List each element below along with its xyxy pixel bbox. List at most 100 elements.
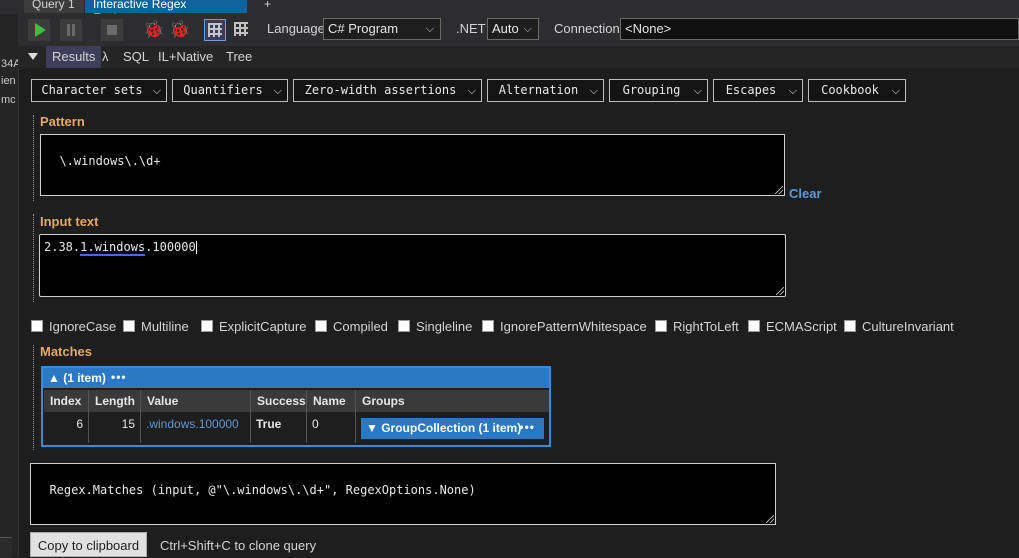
results-tab-bar: Results λ SQL IL+Native Tree — [18, 46, 1019, 68]
cookbook-dropdown[interactable]: Cookbook ⌵ — [808, 79, 906, 102]
left-side-strip: 34A ien mc — [0, 14, 21, 557]
more-options-icon[interactable]: ••• — [111, 367, 127, 387]
pattern-input-text: \.windows\.\d+ — [59, 154, 161, 168]
clear-link[interactable]: Clear — [789, 186, 822, 201]
pattern-label: Pattern — [40, 114, 85, 129]
text-caret — [195, 241, 197, 254]
checkbox-icon[interactable] — [482, 320, 494, 332]
input-text-match-highlight: 1.windows — [80, 240, 146, 256]
left-strip-text-3: mc — [1, 94, 16, 106]
alternation-label: Alternation — [498, 83, 579, 97]
checkbox-icon[interactable] — [844, 320, 856, 332]
pattern-section-border — [33, 115, 34, 201]
language-select[interactable]: C# Program ⌵ — [323, 18, 441, 40]
collapse-triangle-icon[interactable] — [28, 53, 38, 60]
matches-table-header[interactable]: ▲ (1 item) ••• — [43, 368, 549, 388]
option-singleline[interactable]: Singleline — [398, 319, 472, 335]
column-header-groups: Groups — [356, 390, 549, 412]
tab-sql[interactable]: SQL — [123, 46, 149, 68]
more-options-icon[interactable]: ••• — [519, 417, 535, 438]
input-text-label: Input text — [40, 214, 99, 229]
option-ecmascript[interactable]: ECMAScript — [748, 319, 837, 335]
left-strip-text-2: ien — [1, 75, 16, 87]
debug-step-bug-icon[interactable]: 🐞 — [169, 20, 190, 40]
option-label: Multiline — [141, 319, 189, 334]
option-label: CultureInvariant — [862, 319, 954, 334]
resize-grip-icon[interactable] — [775, 186, 783, 194]
character-sets-dropdown[interactable]: Character sets ⌵ — [31, 79, 167, 102]
cell-index: 6 — [44, 412, 89, 443]
chevron-down-icon: ⌵ — [589, 84, 598, 97]
cookbook-label: Cookbook — [821, 83, 879, 97]
chevron-down-icon: ⌵ — [425, 23, 434, 35]
copy-to-clipboard-button[interactable]: Copy to clipboard — [30, 532, 147, 557]
connection-select[interactable]: <None> — [620, 18, 1019, 40]
grid-lines-icon — [208, 23, 222, 37]
column-header-value: Value — [141, 390, 251, 412]
checkbox-icon[interactable] — [123, 320, 135, 332]
option-label: ECMAScript — [766, 319, 837, 334]
zero-width-assertions-label: Zero-width assertions — [304, 83, 457, 97]
resize-grip-icon[interactable] — [776, 287, 784, 295]
pause-button[interactable] — [60, 19, 82, 41]
resize-grip-icon[interactable] — [766, 515, 774, 523]
option-ignorepatternwhitespace[interactable]: IgnorePatternWhitespace — [482, 319, 647, 335]
option-multiline[interactable]: Multiline — [123, 319, 189, 335]
tab-query-1[interactable]: Query 1 — [24, 0, 84, 13]
matches-table: ▲ (1 item) ••• Index Length Value Succes… — [41, 366, 551, 447]
column-header-index: Index — [44, 390, 89, 412]
tab-tree[interactable]: Tree — [226, 46, 252, 68]
option-righttoleft[interactable]: RightToLeft — [655, 319, 739, 335]
toolbar: 🐞 🐞 Language C# Program ⌵ .NET Auto ⌵ Co… — [18, 14, 1019, 46]
zero-width-assertions-dropdown[interactable]: Zero-width assertions ⌵ — [293, 79, 482, 102]
input-section-border — [33, 214, 34, 302]
option-explicitcapture[interactable]: ExplicitCapture — [201, 319, 306, 335]
group-collection-label: ▼ GroupCollection (1 item) — [366, 421, 522, 435]
checkbox-icon[interactable] — [201, 320, 213, 332]
quantifiers-dropdown[interactable]: Quantifiers ⌵ — [172, 79, 288, 102]
add-tab-button[interactable]: + — [256, 0, 280, 13]
tab-results[interactable]: Results — [46, 46, 102, 68]
checkbox-icon[interactable] — [748, 320, 760, 332]
debug-bug-icon[interactable]: 🐞 — [143, 20, 164, 40]
quantifiers-label: Quantifiers — [183, 83, 263, 97]
chevron-down-icon: ⌵ — [467, 84, 476, 97]
tab-il-native[interactable]: IL+Native — [158, 46, 213, 68]
run-button[interactable] — [28, 19, 50, 41]
checkbox-icon[interactable] — [315, 320, 327, 332]
stop-button[interactable] — [101, 19, 123, 41]
language-select-value: C# Program — [328, 21, 399, 36]
connection-label: Connection — [554, 21, 620, 36]
cell-value: .windows.100000 — [141, 412, 251, 443]
chevron-down-icon: ⌵ — [693, 84, 702, 97]
column-header-name: Name — [307, 390, 356, 412]
checkbox-icon[interactable] — [31, 320, 43, 332]
clone-query-hint: Ctrl+Shift+C to clone query — [160, 538, 317, 553]
results-grid-view-button[interactable] — [204, 19, 226, 41]
option-cultureinvariant[interactable]: CultureInvariant — [844, 319, 954, 335]
dotnet-version-select[interactable]: Auto ⌵ — [487, 18, 539, 40]
cell-success: True — [251, 412, 307, 443]
checkbox-icon[interactable] — [398, 320, 410, 332]
grouping-label: Grouping — [622, 83, 681, 97]
option-label: IgnoreCase — [49, 319, 117, 334]
tab-interactive-regex-evaluator[interactable]: Interactive Regex Evaluator — [85, 0, 247, 25]
pattern-input[interactable]: \.windows\.\d+ — [40, 134, 785, 196]
grouping-dropdown[interactable]: Grouping ⌵ — [609, 79, 708, 102]
column-header-success: Success — [251, 390, 307, 412]
character-sets-label: Character sets — [41, 83, 143, 97]
option-ignorecase[interactable]: IgnoreCase — [31, 319, 116, 335]
bottom-left-corner — [0, 537, 12, 558]
matches-count: ▲ (1 item) — [48, 371, 106, 385]
option-compiled[interactable]: Compiled — [315, 319, 388, 335]
group-collection-expander[interactable]: ▼ GroupCollection (1 item) ••• — [361, 418, 544, 439]
results-table-view-button[interactable] — [231, 19, 253, 41]
tab-lambda[interactable]: λ — [102, 46, 109, 68]
alternation-dropdown[interactable]: Alternation ⌵ — [487, 79, 604, 102]
generated-code-box[interactable]: Regex.Matches (input, @"\.windows\.\d+",… — [30, 463, 776, 525]
option-label: Singleline — [416, 319, 473, 334]
input-text-field[interactable]: 2.38.1.windows.100000 — [39, 234, 786, 297]
checkbox-icon[interactable] — [655, 320, 667, 332]
option-label: Compiled — [333, 319, 388, 334]
escapes-dropdown[interactable]: Escapes ⌵ — [713, 79, 803, 102]
